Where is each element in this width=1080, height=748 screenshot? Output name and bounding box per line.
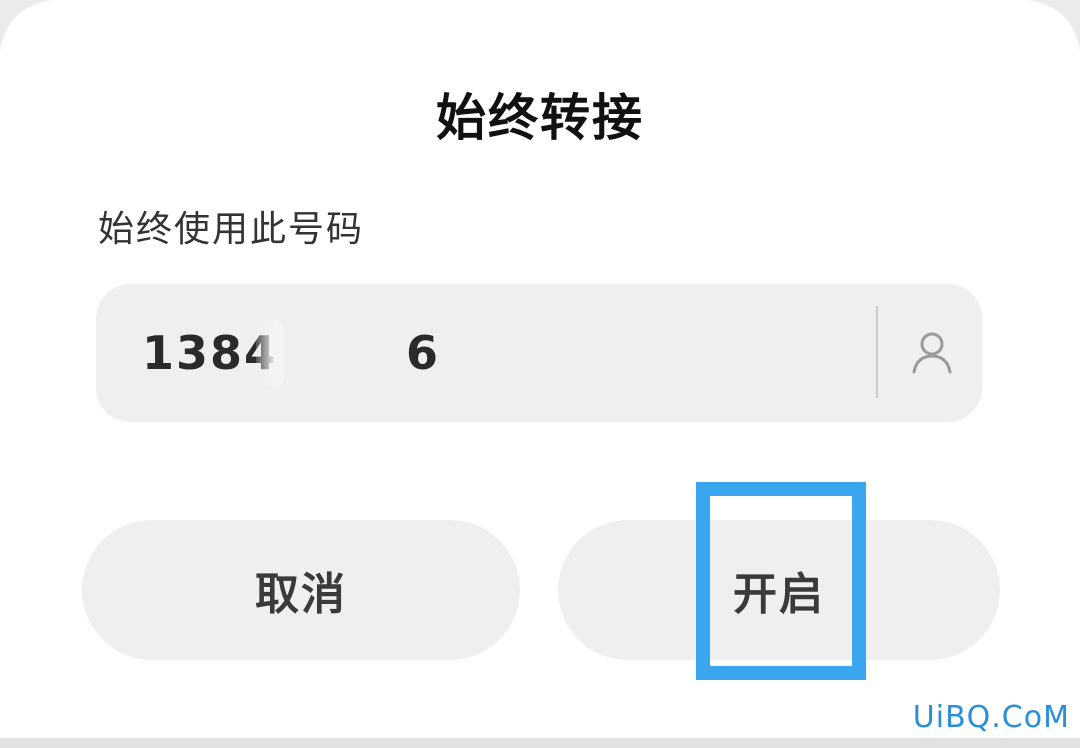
phone-number-input[interactable]: 1384 6 — [96, 284, 982, 422]
phone-number-suffix: 6 — [406, 326, 439, 380]
watermark-text: UiBQ.CoM — [912, 700, 1070, 735]
field-divider — [876, 306, 878, 398]
phone-number-redaction — [256, 320, 284, 386]
cancel-button[interactable]: 取消 — [82, 520, 520, 660]
call-forwarding-dialog: 始终转接 始终使用此号码 1384 6 取消 开启 UiBQ.CoM — [0, 0, 1080, 748]
enable-button[interactable]: 开启 — [558, 520, 1000, 660]
person-icon[interactable] — [908, 328, 956, 376]
dialog-title: 始终转接 — [436, 89, 644, 147]
bottom-strip — [0, 738, 1080, 748]
phone-field-label: 始终使用此号码 — [98, 209, 365, 250]
